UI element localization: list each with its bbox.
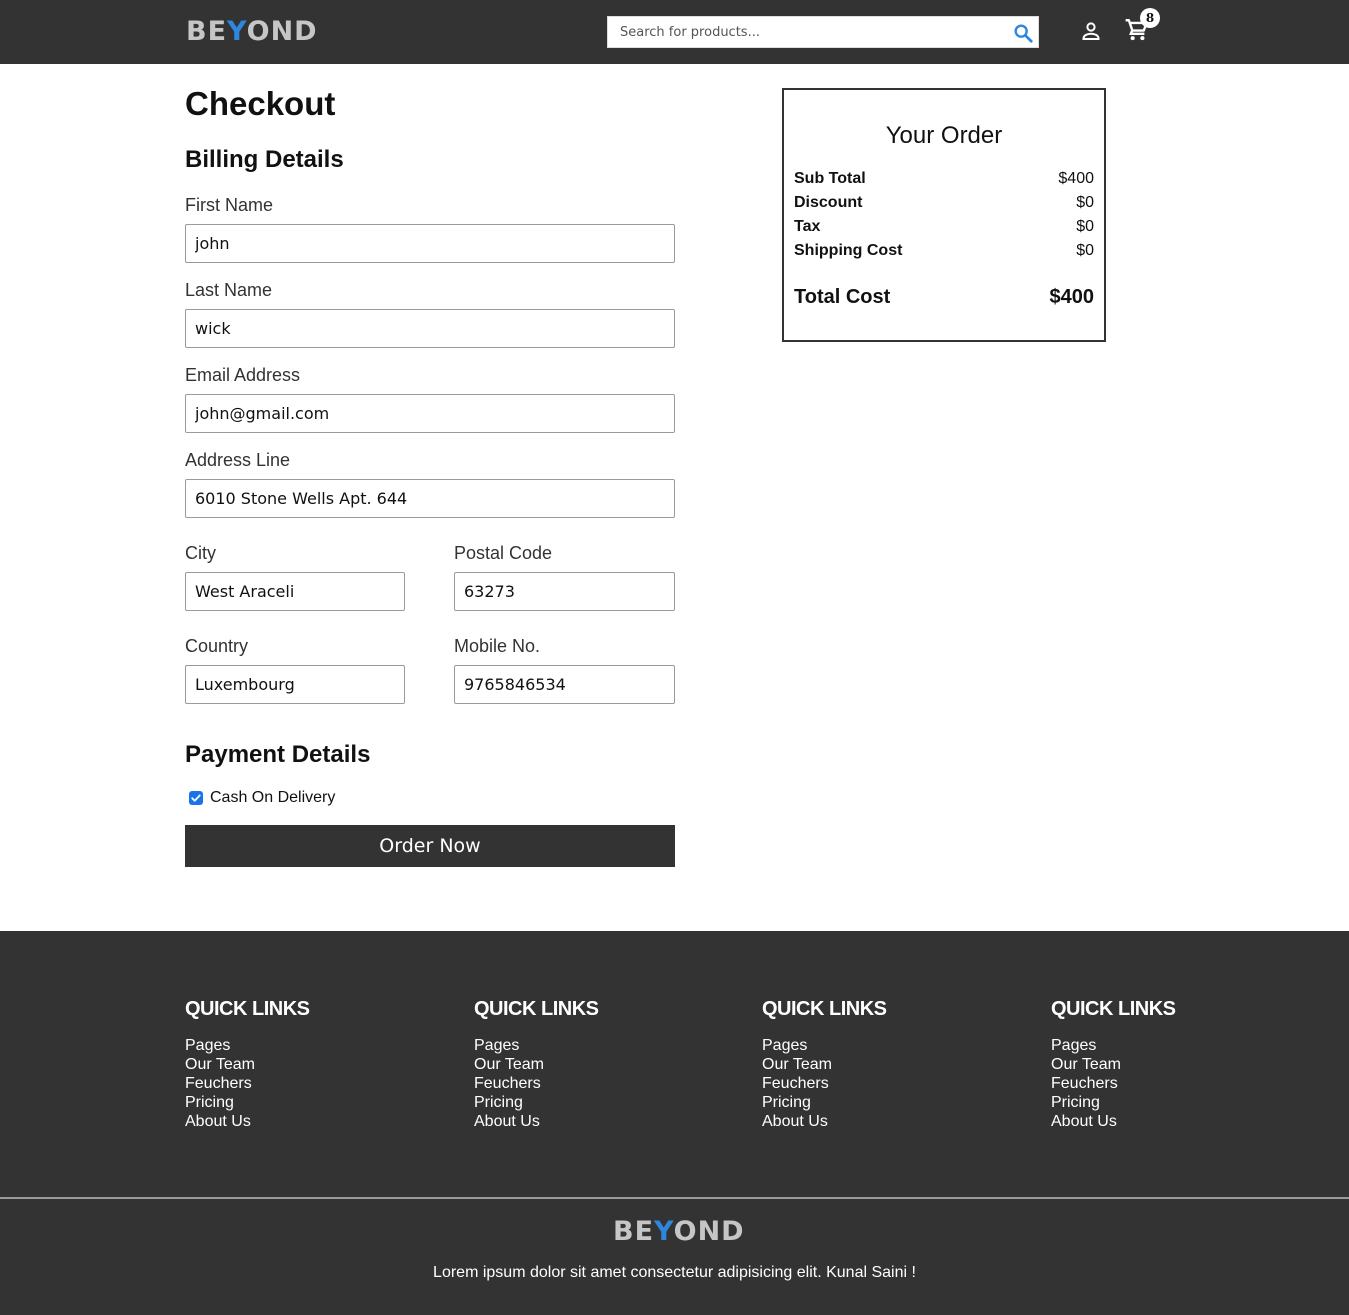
summary-row-total: Total Cost $400 [794, 284, 1094, 310]
footer-link-about-us[interactable]: About Us [762, 1112, 1002, 1131]
top-navbar: BEYOND 8 [0, 0, 1349, 64]
footer-link-pricing[interactable]: Pricing [474, 1093, 714, 1112]
order-summary-card: Your Order Sub Total $400 Discount $0 Ta… [782, 88, 1106, 342]
footer-link-pages[interactable]: Pages [185, 1036, 425, 1055]
order-summary-title: Your Order [885, 122, 1003, 149]
footer-heading: QUICK LINKS [185, 998, 310, 1020]
search-bar [607, 16, 1039, 48]
total-cost-value: $400 [1049, 286, 1095, 308]
address-label: Address Line [185, 450, 291, 470]
country-input[interactable] [185, 665, 405, 704]
first-name-label: First Name [185, 195, 274, 215]
footer-link-about-us[interactable]: About Us [474, 1112, 714, 1131]
summary-label: Shipping Cost [794, 242, 903, 259]
footer-link-feuchers[interactable]: Feuchers [1051, 1074, 1291, 1093]
footer-divider [0, 1197, 1349, 1199]
footer-column: QUICK LINKS Pages Our Team Feuchers Pric… [762, 997, 1002, 1131]
postal-code-label: Postal Code [454, 543, 553, 563]
footer-link-feuchers[interactable]: Feuchers [474, 1074, 714, 1093]
mobile-label: Mobile No. [454, 636, 541, 656]
logo-text-part3: OND [673, 1216, 745, 1247]
search-input[interactable] [608, 17, 1003, 47]
address-input[interactable] [185, 479, 675, 518]
logo-text-part2: Y [654, 1216, 674, 1247]
city-label: City [185, 543, 216, 563]
footer-link-pricing[interactable]: Pricing [185, 1093, 425, 1112]
order-now-button[interactable]: Order Now [185, 825, 675, 867]
cart-count-badge: 8 [1140, 8, 1160, 28]
payment-details-heading: Payment Details [185, 741, 371, 768]
copyright-text: Lorem ipsum dolor sit amet consectetur a… [433, 1264, 916, 1281]
logo-text-part3: OND [246, 16, 318, 47]
last-name-label: Last Name [185, 280, 273, 300]
footer-link-our-team[interactable]: Our Team [474, 1055, 714, 1074]
postal-code-input[interactable] [454, 572, 675, 611]
footer-link-feuchers[interactable]: Feuchers [185, 1074, 425, 1093]
brand-logo[interactable]: BEYOND [186, 16, 318, 48]
summary-value: $0 [1076, 242, 1094, 259]
user-icon[interactable] [1079, 19, 1103, 43]
footer-link-list: Pages Our Team Feuchers Pricing About Us [1051, 1036, 1291, 1131]
footer-column: QUICK LINKS Pages Our Team Feuchers Pric… [1051, 997, 1291, 1131]
footer-link-about-us[interactable]: About Us [1051, 1112, 1291, 1131]
summary-row-tax: Tax $0 [794, 216, 1094, 238]
footer-brand-logo[interactable]: BEYOND [613, 1216, 745, 1248]
summary-row-discount: Discount $0 [794, 192, 1094, 214]
page-title: Checkout [185, 85, 336, 122]
footer-link-pages[interactable]: Pages [474, 1036, 714, 1055]
footer-heading: QUICK LINKS [1051, 998, 1176, 1020]
search-icon[interactable] [1012, 22, 1034, 44]
email-input[interactable] [185, 394, 675, 433]
summary-label: Discount [794, 194, 863, 211]
footer-link-our-team[interactable]: Our Team [1051, 1055, 1291, 1074]
footer-link-list: Pages Our Team Feuchers Pricing About Us [762, 1036, 1002, 1131]
footer-link-pages[interactable]: Pages [1051, 1036, 1291, 1055]
summary-row-subtotal: Sub Total $400 [794, 168, 1094, 190]
logo-text-part1: BE [186, 16, 228, 47]
footer-link-list: Pages Our Team Feuchers Pricing About Us [474, 1036, 714, 1131]
city-input[interactable] [185, 572, 405, 611]
email-label: Email Address [185, 365, 301, 385]
footer-column: QUICK LINKS Pages Our Team Feuchers Pric… [474, 997, 714, 1131]
mobile-input[interactable] [454, 665, 675, 704]
footer-link-list: Pages Our Team Feuchers Pricing About Us [185, 1036, 425, 1131]
summary-label: Tax [794, 218, 821, 235]
footer-link-our-team[interactable]: Our Team [762, 1055, 1002, 1074]
summary-value: $0 [1076, 218, 1094, 235]
footer-heading: QUICK LINKS [474, 998, 599, 1020]
cash-on-delivery-checkbox[interactable] [189, 791, 203, 805]
summary-label: Sub Total [794, 170, 866, 187]
footer-heading: QUICK LINKS [762, 998, 887, 1020]
first-name-input[interactable] [185, 224, 675, 263]
cash-on-delivery-label[interactable]: Cash On Delivery [210, 788, 335, 808]
logo-text-part2: Y [227, 16, 247, 47]
summary-value: $0 [1076, 194, 1094, 211]
summary-value: $400 [1058, 170, 1094, 187]
footer-link-about-us[interactable]: About Us [185, 1112, 425, 1131]
total-cost-label: Total Cost [794, 286, 891, 308]
footer-link-pages[interactable]: Pages [762, 1036, 1002, 1055]
footer-link-pricing[interactable]: Pricing [1051, 1093, 1291, 1112]
footer-link-our-team[interactable]: Our Team [185, 1055, 425, 1074]
last-name-input[interactable] [185, 309, 675, 348]
country-label: Country [185, 636, 249, 656]
logo-text-part1: BE [613, 1216, 655, 1247]
summary-row-shipping: Shipping Cost $0 [794, 240, 1094, 262]
site-footer: QUICK LINKS Pages Our Team Feuchers Pric… [0, 931, 1349, 1315]
footer-link-pricing[interactable]: Pricing [762, 1093, 1002, 1112]
footer-link-feuchers[interactable]: Feuchers [762, 1074, 1002, 1093]
billing-details-heading: Billing Details [185, 146, 344, 173]
footer-column: QUICK LINKS Pages Our Team Feuchers Pric… [185, 997, 425, 1131]
